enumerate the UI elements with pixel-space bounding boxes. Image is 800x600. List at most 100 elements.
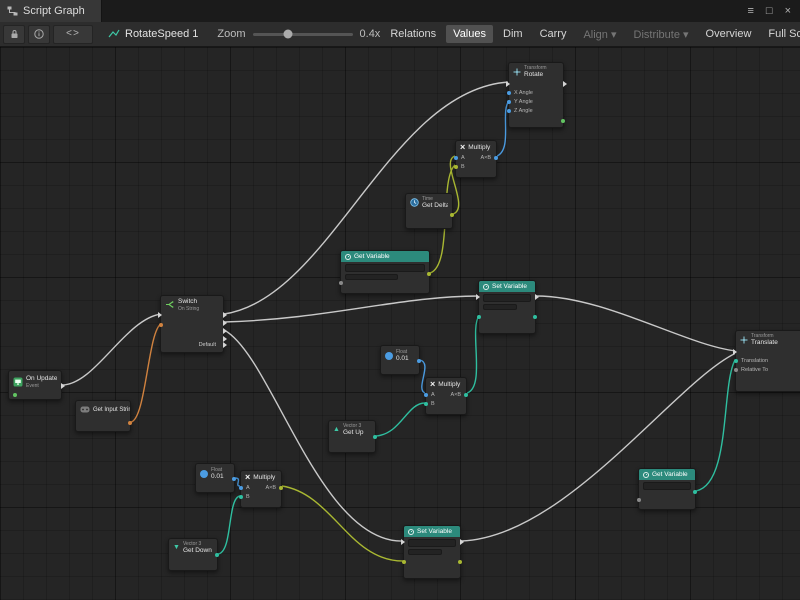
menu-icon[interactable]: ≡ [747, 5, 753, 17]
value-out-port[interactable] [533, 315, 537, 319]
result-port[interactable] [279, 486, 283, 490]
node-get-variable-top[interactable]: Get Variable [340, 250, 430, 294]
node-vector3-get-down[interactable]: ▼ Vector 3Get Down [168, 538, 218, 571]
overview-button[interactable]: Overview [699, 25, 759, 43]
wire-multiply-bottom-to-setvariable-bottom[interactable] [282, 486, 403, 561]
output-port[interactable] [450, 213, 454, 217]
maximize-icon[interactable]: □ [766, 5, 773, 17]
code-view-button[interactable]: <> [53, 25, 93, 44]
node-get-input-string[interactable]: Get Input Strin [75, 400, 131, 432]
value-out-port[interactable] [458, 560, 462, 564]
translation-port[interactable] [734, 359, 738, 363]
wire-switch-to-setvariable-mid[interactable] [224, 296, 479, 322]
flow-in-port[interactable] [158, 312, 162, 318]
input-b-port[interactable] [454, 165, 458, 169]
input-b-port[interactable] [239, 495, 243, 499]
input-a-port[interactable] [239, 486, 243, 490]
value-in-port[interactable] [402, 560, 406, 564]
values-button[interactable]: Values [446, 25, 493, 43]
node-multiply-top[interactable]: ×Multiply AA×B B [455, 140, 497, 178]
input-b-port[interactable] [424, 402, 428, 406]
value-out-port[interactable] [693, 490, 697, 494]
result-port[interactable] [464, 393, 468, 397]
value-in-port[interactable] [477, 315, 481, 319]
dim-button[interactable]: Dim [496, 25, 530, 43]
node-float-literal-mid[interactable]: Float0.01 [380, 345, 420, 375]
node-multiply-mid[interactable]: ×Multiply AA×B B [425, 377, 467, 415]
output-port[interactable] [128, 421, 132, 425]
variable-kind-field[interactable] [643, 482, 691, 490]
node-get-delta-time[interactable]: TimeGet Delta Time [405, 193, 453, 229]
input-a-port[interactable] [424, 393, 428, 397]
result-port[interactable] [494, 156, 498, 160]
output-port[interactable] [215, 553, 219, 557]
node-transform-rotate[interactable]: TransformRotate X Angle Y Angle Z Angle [508, 62, 564, 128]
variable-icon [345, 254, 351, 260]
input-a-port[interactable] [454, 156, 458, 160]
object-port[interactable] [637, 498, 641, 502]
distribute-button[interactable]: Distribute ▾ [627, 25, 696, 44]
zoom-slider[interactable] [253, 33, 353, 36]
variable-kind-field[interactable] [483, 294, 531, 302]
output-port[interactable] [232, 477, 236, 481]
flow-in-port[interactable] [476, 294, 480, 300]
tab-title: Script Graph [23, 5, 85, 17]
flow-out-port[interactable] [61, 383, 65, 389]
object-port[interactable] [339, 281, 343, 285]
wire-setvariable-bottom-to-translate[interactable] [461, 353, 736, 541]
lock-button[interactable] [3, 25, 25, 44]
output-port[interactable] [561, 119, 565, 123]
node-float-literal-bottom[interactable]: Float0.01 [195, 463, 235, 493]
node-get-variable-right[interactable]: Get Variable [638, 468, 696, 510]
flow-in-port[interactable] [733, 349, 737, 355]
flow-out-port[interactable] [535, 294, 539, 300]
node-set-variable-mid[interactable]: Set Variable [478, 280, 536, 334]
relative-to-port[interactable] [734, 368, 738, 372]
fullscreen-button[interactable]: Full Screen [761, 25, 800, 43]
wire-onupdate-to-switch[interactable] [62, 314, 161, 385]
node-transform-translate[interactable]: TransformTranslate Translation Relative … [735, 330, 800, 392]
wire-switch-to-setvariable-bottom[interactable] [224, 330, 404, 541]
value-out-port[interactable] [427, 272, 431, 276]
node-switch-on-string[interactable]: SwitchOn String Default [160, 295, 224, 353]
variable-name-field[interactable] [483, 304, 517, 310]
flow-in-port[interactable] [506, 81, 510, 87]
zoom-slider-thumb[interactable] [283, 30, 292, 39]
z-angle-port[interactable] [507, 109, 511, 113]
wire-getdown-to-multiply-bottom[interactable] [218, 496, 240, 554]
case-out-port[interactable] [223, 320, 227, 326]
wire-getvariable-right-to-translate[interactable] [696, 360, 735, 491]
align-button[interactable]: Align ▾ [576, 25, 623, 44]
case-out-port[interactable] [223, 312, 227, 318]
flow-out-port[interactable] [563, 81, 567, 87]
close-icon[interactable]: × [785, 5, 791, 17]
case-out-port[interactable] [223, 328, 227, 334]
wire-setvariable-mid-to-translate[interactable] [536, 296, 736, 351]
node-vector3-get-up[interactable]: ▲ Vector 3Get Up [328, 420, 376, 453]
variable-name-field[interactable] [345, 274, 398, 280]
carry-button[interactable]: Carry [533, 25, 574, 43]
info-button[interactable] [28, 25, 50, 44]
tab-script-graph[interactable]: Script Graph [0, 0, 102, 22]
node-header: TransformRotate [509, 63, 563, 80]
y-angle-port[interactable] [507, 100, 511, 104]
default-out-port[interactable] [223, 342, 227, 348]
graph-canvas[interactable]: TransformRotate X Angle Y Angle Z Angle … [0, 47, 800, 600]
node-on-update[interactable]: On UpdateEvent [8, 370, 62, 400]
node-header: On UpdateEvent [9, 371, 61, 390]
node-set-variable-bottom[interactable]: Set Variable [403, 525, 461, 579]
variable-kind-field[interactable] [408, 539, 456, 547]
x-angle-port[interactable] [507, 91, 511, 95]
wire-getinput-to-switch[interactable] [131, 324, 161, 422]
selector-port[interactable] [159, 323, 163, 327]
output-port[interactable] [417, 359, 421, 363]
flow-out-port[interactable] [460, 539, 464, 545]
node-multiply-bottom[interactable]: ×Multiply AA×B B [240, 470, 282, 508]
variable-name-field[interactable] [408, 549, 442, 555]
output-port[interactable] [373, 435, 377, 439]
wire-getup-to-multiply-mid[interactable] [376, 403, 425, 436]
variable-kind-field[interactable] [345, 264, 425, 272]
node-header: ×Multiply [241, 471, 281, 483]
flow-in-port[interactable] [401, 539, 405, 545]
relations-button[interactable]: Relations [383, 25, 443, 43]
